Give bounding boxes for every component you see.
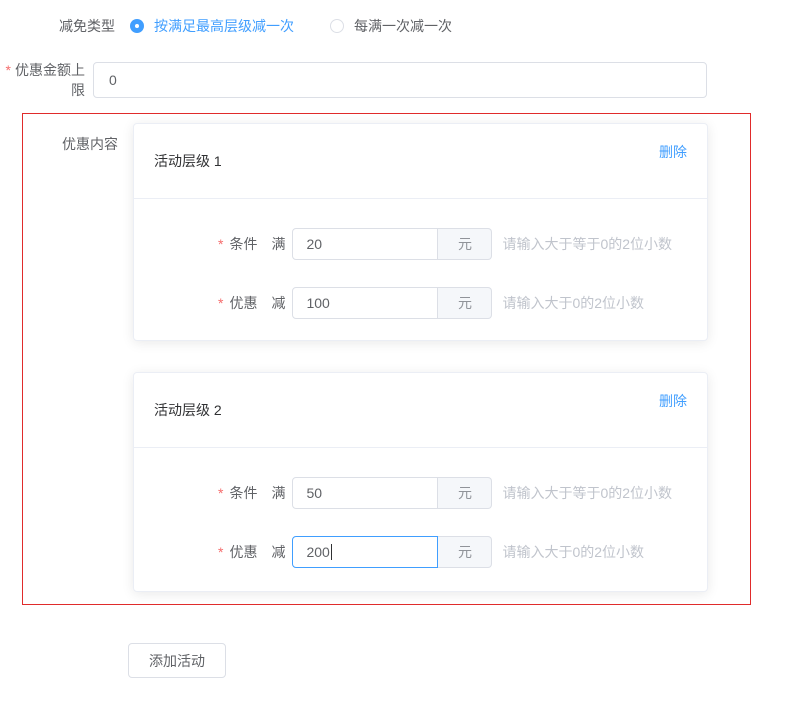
tier-card-1: 活动层级 1 删除 * 条件 满 元 请输入大于等于0的2位小数 * 优惠 [133,123,708,341]
radio-option-every-time[interactable]: 每满一次减一次 [330,16,452,36]
unit-suffix: 元 [438,228,492,260]
discount-type-label: 减免类型 [0,16,115,36]
tier-card-body: * 条件 满 元 请输入大于等于0的2位小数 * 优惠 减 [134,448,707,568]
input-hint: 请输入大于0的2位小数 [502,542,644,562]
amount-limit-label: *优惠金额上限 [0,60,85,100]
condition-word: 满 [271,234,285,254]
discount-input-focused[interactable] [292,536,438,568]
radio-unselected-icon[interactable] [330,19,344,33]
radio-option-label[interactable]: 每满一次减一次 [354,16,452,36]
unit-suffix: 元 [438,287,492,319]
condition-row: * 条件 满 元 请输入大于等于0的2位小数 [218,228,707,260]
input-hint: 请输入大于0的2位小数 [502,293,644,313]
required-star: * [218,236,223,252]
required-star: * [218,544,223,560]
delete-link[interactable]: 删除 [659,142,687,162]
tier-title: 活动层级 1 [154,151,222,171]
delete-link[interactable]: 删除 [659,391,687,411]
tier-card-2: 活动层级 2 删除 * 条件 满 元 请输入大于等于0的2位小数 * 优惠 [133,372,708,592]
discount-word: 减 [271,293,285,313]
condition-input-group: 元 [292,228,492,260]
discount-label: 优惠 [229,542,257,562]
discount-input[interactable] [292,287,438,319]
tier-title: 活动层级 2 [154,400,222,420]
amount-limit-row: *优惠金额上限 [0,61,707,99]
tier-card-header: 活动层级 1 删除 [134,124,707,199]
condition-word: 满 [271,483,285,503]
tier-card-header: 活动层级 2 删除 [134,373,707,448]
discount-type-row: 减免类型 按满足最高层级减一次 每满一次减一次 [0,12,452,40]
radio-option-label[interactable]: 按满足最高层级减一次 [154,16,294,36]
discount-label: 优惠 [229,293,257,313]
discount-row: * 优惠 减 元 请输入大于0的2位小数 [218,536,707,568]
input-hint: 请输入大于等于0的2位小数 [502,483,672,503]
discount-word: 减 [271,542,285,562]
required-star: * [218,485,223,501]
discount-content-label: 优惠内容 [23,134,118,154]
condition-input[interactable] [292,228,438,260]
required-star: * [218,295,223,311]
condition-label: 条件 [229,483,257,503]
radio-option-highest-tier[interactable]: 按满足最高层级减一次 [130,16,294,36]
condition-input-group: 元 [292,477,492,509]
discount-row: * 优惠 减 元 请输入大于0的2位小数 [218,287,707,319]
discount-content-error-box: 优惠内容 活动层级 1 删除 * 条件 满 元 请输入大于等于0的2位小数 [22,113,751,605]
input-hint: 请输入大于等于0的2位小数 [502,234,672,254]
unit-suffix: 元 [438,536,492,568]
discount-input-group: 元 [292,536,492,568]
discount-form: 减免类型 按满足最高层级减一次 每满一次减一次 *优惠金额上限 优惠内容 活动层… [0,0,812,703]
tier-card-body: * 条件 满 元 请输入大于等于0的2位小数 * 优惠 减 元 [134,199,707,319]
unit-suffix: 元 [438,477,492,509]
radio-selected-icon[interactable] [130,19,144,33]
amount-limit-input[interactable] [93,62,707,98]
condition-label: 条件 [229,234,257,254]
text-cursor [331,544,332,560]
add-activity-button[interactable]: 添加活动 [128,643,226,678]
condition-row: * 条件 满 元 请输入大于等于0的2位小数 [218,477,707,509]
discount-input-group: 元 [292,287,492,319]
required-star: * [6,62,11,78]
condition-input[interactable] [292,477,438,509]
